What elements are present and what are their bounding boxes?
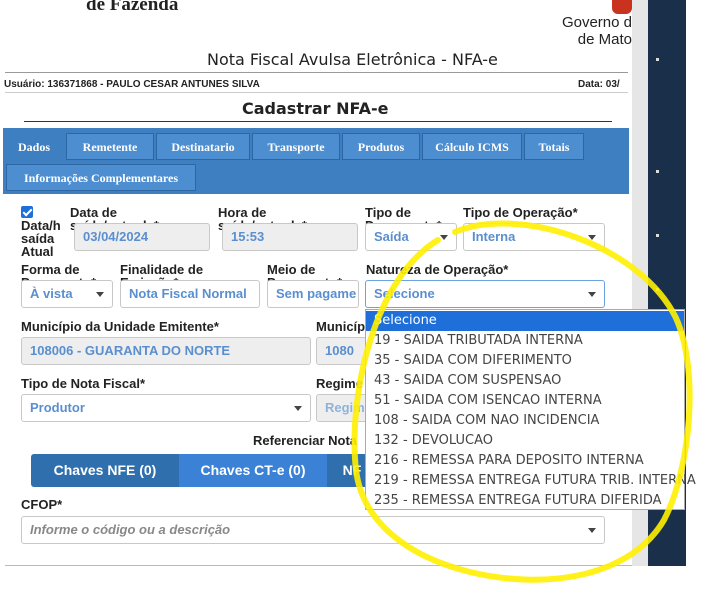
annotation-highlight bbox=[351, 220, 693, 583]
annotation-ellipse bbox=[351, 220, 693, 583]
